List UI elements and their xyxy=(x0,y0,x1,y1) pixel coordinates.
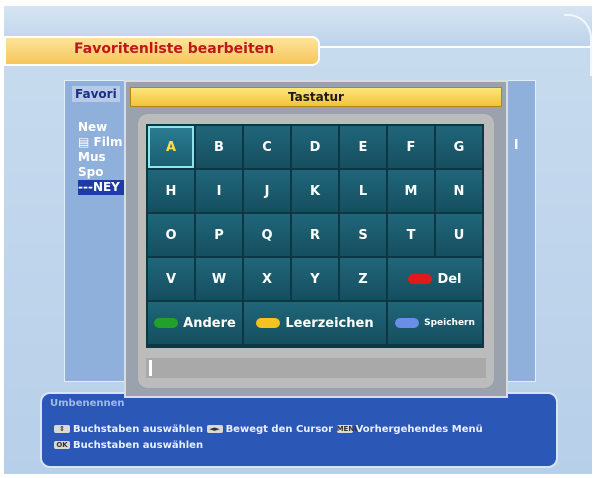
status-title: Umbenennen xyxy=(50,398,125,409)
key-A[interactable]: A xyxy=(148,126,194,168)
key-Z[interactable]: Z xyxy=(340,258,386,300)
page-title: Favoritenliste bearbeiten xyxy=(74,41,275,57)
key-F[interactable]: F xyxy=(388,126,434,168)
save-button[interactable]: Speichern xyxy=(388,302,482,344)
yellow-key-icon xyxy=(256,318,281,328)
delete-button[interactable]: Del xyxy=(388,258,482,300)
key-N[interactable]: N xyxy=(436,170,482,212)
key-E[interactable]: E xyxy=(340,126,386,168)
key-M[interactable]: M xyxy=(388,170,434,212)
key-U[interactable]: U xyxy=(436,214,482,256)
key-C[interactable]: C xyxy=(244,126,290,168)
key-R[interactable]: R xyxy=(292,214,338,256)
key-W[interactable]: W xyxy=(196,258,242,300)
help-row-2: OK Buchstaben auswählen xyxy=(54,440,203,451)
blue-key-icon xyxy=(395,318,420,328)
key-X[interactable]: X xyxy=(244,258,290,300)
leftright-icon: ◄► xyxy=(206,425,223,433)
key-Y[interactable]: Y xyxy=(292,258,338,300)
side-label: l xyxy=(514,138,519,153)
text-cursor xyxy=(149,360,152,376)
ok-icon: OK xyxy=(54,441,70,449)
key-K[interactable]: K xyxy=(292,170,338,212)
key-I[interactable]: I xyxy=(196,170,242,212)
green-key-icon xyxy=(154,318,179,328)
red-key-icon xyxy=(408,274,433,284)
folder-icon: ▤ xyxy=(78,135,90,149)
text-input[interactable] xyxy=(146,358,486,378)
key-V[interactable]: V xyxy=(148,258,194,300)
key-Q[interactable]: Q xyxy=(244,214,290,256)
other-chars-button[interactable]: Andere xyxy=(148,302,242,344)
key-S[interactable]: S xyxy=(340,214,386,256)
key-G[interactable]: G xyxy=(436,126,482,168)
menu-icon: MENU xyxy=(336,425,360,433)
dialog-title: Tastatur xyxy=(130,87,502,107)
key-O[interactable]: O xyxy=(148,214,194,256)
favorites-header: Favori xyxy=(72,86,120,102)
key-B[interactable]: B xyxy=(196,126,242,168)
updown-icon: ⇕ xyxy=(54,425,70,433)
help-row-1: ⇕ Buchstaben auswählen ◄► Bewegt den Curso… xyxy=(54,424,483,435)
key-J[interactable]: J xyxy=(244,170,290,212)
key-H[interactable]: H xyxy=(148,170,194,212)
key-T[interactable]: T xyxy=(388,214,434,256)
key-D[interactable]: D xyxy=(292,126,338,168)
screen-root: Favoritenliste bearbeiten Favori New ▤ F… xyxy=(0,0,596,478)
key-P[interactable]: P xyxy=(196,214,242,256)
key-L[interactable]: L xyxy=(340,170,386,212)
space-button[interactable]: Leerzeichen xyxy=(244,302,386,344)
